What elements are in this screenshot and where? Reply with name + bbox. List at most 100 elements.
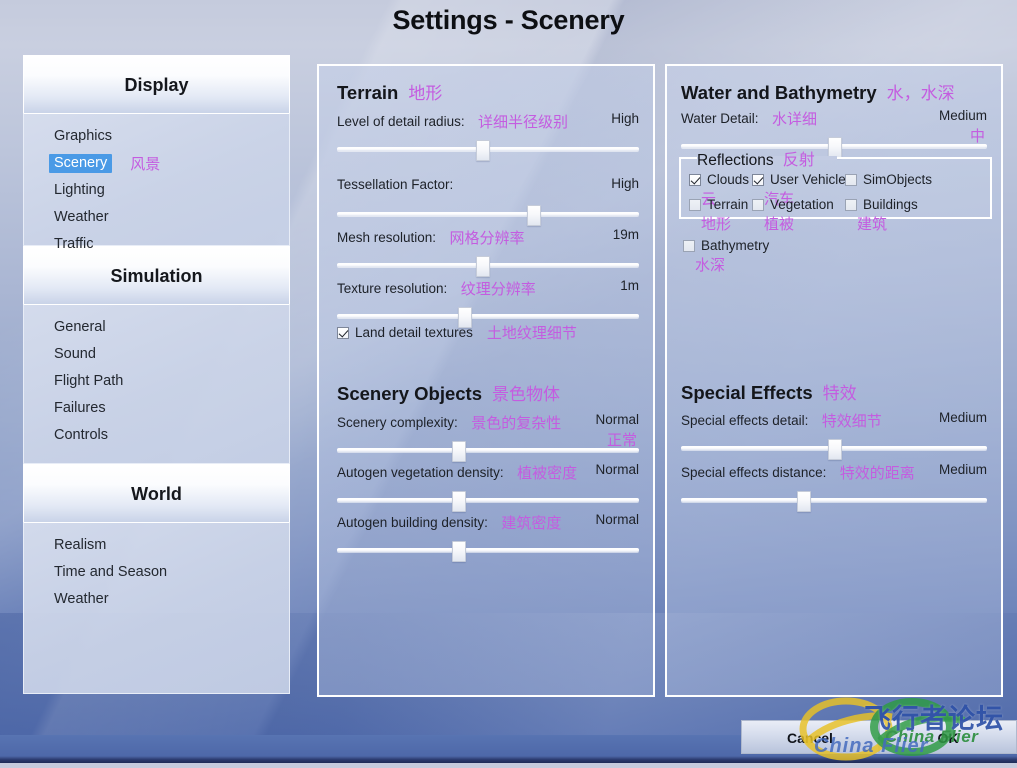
sidebar-item-label: Scenery bbox=[49, 154, 113, 173]
slider-special-effects-detail[interactable] bbox=[681, 439, 987, 460]
setting-annotation: 特效的距离 bbox=[839, 464, 915, 482]
checkbox-label: Land detail textures bbox=[355, 325, 473, 340]
slider-thumb[interactable] bbox=[451, 441, 466, 462]
sidebar-item-label: Sound bbox=[54, 346, 96, 362]
setting-label: Scenery complexity: bbox=[337, 415, 458, 430]
slider-scenery-complexity[interactable] bbox=[337, 441, 639, 462]
sidebar-item-general[interactable]: General bbox=[24, 314, 289, 341]
setting-special-effects-detail: Special effects detail: 特效细节 Medium bbox=[681, 410, 987, 460]
slider-mesh-resolution[interactable] bbox=[337, 256, 639, 277]
slider-autogen-vegetation-density[interactable] bbox=[337, 491, 639, 512]
sidebar-item-time-and-season[interactable]: Time and Season bbox=[24, 559, 289, 586]
sidebar-item-weather-world[interactable]: Weather bbox=[24, 586, 289, 613]
sidebar-item-label: Weather bbox=[54, 209, 109, 225]
slider-thumb[interactable] bbox=[797, 491, 812, 512]
checkbox-annotation: 建筑 bbox=[857, 215, 888, 233]
sidebar-item-annotation: 风景 bbox=[130, 155, 161, 173]
checkbox-reflect-buildings[interactable]: Buildings 建筑 bbox=[845, 197, 918, 233]
checkbox-box[interactable] bbox=[752, 173, 764, 186]
slider-track[interactable] bbox=[337, 548, 639, 552]
sidebar-item-label: Traffic bbox=[54, 236, 94, 252]
checkbox-label: Terrain bbox=[707, 197, 749, 212]
slider-track[interactable] bbox=[337, 448, 639, 452]
checkbox-box[interactable] bbox=[337, 326, 349, 339]
sidebar-item-realism[interactable]: Realism bbox=[24, 532, 289, 559]
sidebar-item-label: Failures bbox=[54, 400, 106, 416]
setting-autogen-building-density: Autogen building density: 建筑密度 Normal bbox=[337, 512, 639, 562]
setting-value: 1m bbox=[620, 278, 639, 293]
slider-autogen-building-density[interactable] bbox=[337, 541, 639, 562]
sidebar-item-sound[interactable]: Sound bbox=[24, 341, 289, 368]
setting-label: Level of detail radius: bbox=[337, 114, 465, 129]
slider-tessellation-factor[interactable] bbox=[337, 205, 639, 226]
setting-special-effects-distance: Special effects distance: 特效的距离 Medium bbox=[681, 462, 987, 512]
slider-thumb[interactable] bbox=[828, 137, 842, 158]
setting-label: Mesh resolution: bbox=[337, 230, 437, 245]
slider-thumb[interactable] bbox=[451, 491, 466, 512]
slider-track[interactable] bbox=[337, 498, 639, 502]
sidebar-item-weather[interactable]: Weather bbox=[24, 204, 289, 231]
checkbox-land-detail-textures[interactable]: Land detail textures 土地纹理细节 bbox=[337, 322, 577, 343]
page-title: Settings - Scenery bbox=[392, 5, 625, 35]
sidebar-item-scenery[interactable]: Scenery 风景 bbox=[24, 150, 289, 177]
slider-track[interactable] bbox=[681, 498, 987, 502]
sidebar-item-label: General bbox=[54, 319, 106, 335]
slider-thumb[interactable] bbox=[451, 541, 466, 562]
nav-list-world: Realism Time and Season Weather bbox=[23, 522, 290, 694]
checkbox-box[interactable] bbox=[845, 198, 857, 211]
checkbox-label: SimObjects bbox=[863, 172, 933, 187]
checkbox-annotation: 植被 bbox=[764, 215, 795, 233]
sidebar-item-label: Flight Path bbox=[54, 373, 124, 389]
slider-track[interactable] bbox=[337, 314, 639, 318]
setting-value: 19m bbox=[612, 227, 639, 242]
checkbox-label: User Vehicle bbox=[770, 172, 846, 187]
checkbox-label: Clouds bbox=[707, 172, 750, 187]
slider-thumb[interactable] bbox=[527, 205, 542, 226]
nav-group-simulation: Simulation General Sound Flight Path Fai… bbox=[23, 246, 290, 464]
checkbox-annotation: 水深 bbox=[695, 256, 726, 274]
sidebar-item-failures[interactable]: Failures bbox=[24, 395, 289, 422]
checkbox-box[interactable] bbox=[752, 198, 764, 211]
setting-annotation: 详细半径级别 bbox=[478, 113, 569, 131]
slider-thumb[interactable] bbox=[828, 439, 842, 460]
sidebar-item-label: Controls bbox=[54, 427, 108, 443]
setting-autogen-vegetation-density: Autogen vegetation density: 植被密度 Normal bbox=[337, 462, 639, 512]
setting-annotation: 纹理分辨率 bbox=[460, 280, 536, 298]
sidebar-item-lighting[interactable]: Lighting bbox=[24, 177, 289, 204]
sidebar-item-graphics[interactable]: Graphics bbox=[24, 123, 289, 150]
sidebar-item-flight-path[interactable]: Flight Path bbox=[24, 368, 289, 395]
checkbox-box[interactable] bbox=[845, 173, 857, 186]
slider-level-of-detail-radius[interactable] bbox=[337, 140, 639, 161]
checkbox-label: Vegetation bbox=[770, 197, 834, 212]
section-title-special-effects: Special Effects 特效 bbox=[681, 382, 857, 404]
checkbox-reflect-simobjects[interactable]: SimObjects bbox=[845, 172, 932, 187]
slider-thumb[interactable] bbox=[475, 256, 490, 277]
checkbox-box[interactable] bbox=[689, 198, 701, 211]
groupbox-reflections: Reflections 反射 Clouds 云 User Vehicle 汽车 S… bbox=[679, 150, 992, 233]
checkbox-bathymetry[interactable]: Bathymetry 水深 bbox=[683, 238, 769, 274]
setting-value: Normal bbox=[595, 512, 639, 527]
sidebar-item-label: Time and Season bbox=[54, 564, 168, 580]
checkbox-annotation: 地形 bbox=[701, 215, 732, 233]
slider-track[interactable] bbox=[337, 212, 639, 216]
checkbox-reflect-user-vehicle[interactable]: User Vehicle 汽车 bbox=[752, 172, 846, 208]
slider-special-effects-distance[interactable] bbox=[681, 491, 987, 512]
ok-button[interactable]: OK bbox=[879, 720, 1017, 754]
setting-value: High bbox=[611, 176, 639, 191]
checkbox-box[interactable] bbox=[689, 173, 701, 186]
checkbox-reflect-terrain[interactable]: Terrain 地形 bbox=[689, 197, 749, 233]
settings-sidebar: Display Graphics Scenery 风景 Lighting Wea… bbox=[23, 55, 290, 694]
checkbox-reflect-vegetation[interactable]: Vegetation 植被 bbox=[752, 197, 834, 233]
setting-scenery-complexity: Scenery complexity: 景色的复杂性 Normal 正常 bbox=[337, 412, 639, 462]
checkbox-reflect-clouds[interactable]: Clouds 云 bbox=[689, 172, 750, 208]
setting-annotation: 建筑密度 bbox=[501, 514, 562, 532]
nav-header-display: Display bbox=[23, 55, 290, 113]
setting-annotation: 特效细节 bbox=[821, 412, 882, 430]
section-title-water-and-bathymetry: Water and Bathymetry 水，水深 bbox=[681, 82, 955, 104]
sidebar-item-controls[interactable]: Controls bbox=[24, 422, 289, 449]
checkbox-box[interactable] bbox=[683, 239, 695, 252]
slider-thumb[interactable] bbox=[475, 140, 490, 161]
groupbox-title-reflections: Reflections 反射 bbox=[697, 150, 815, 169]
cancel-button[interactable]: Cancel bbox=[741, 720, 879, 754]
setting-value: High bbox=[611, 111, 639, 126]
